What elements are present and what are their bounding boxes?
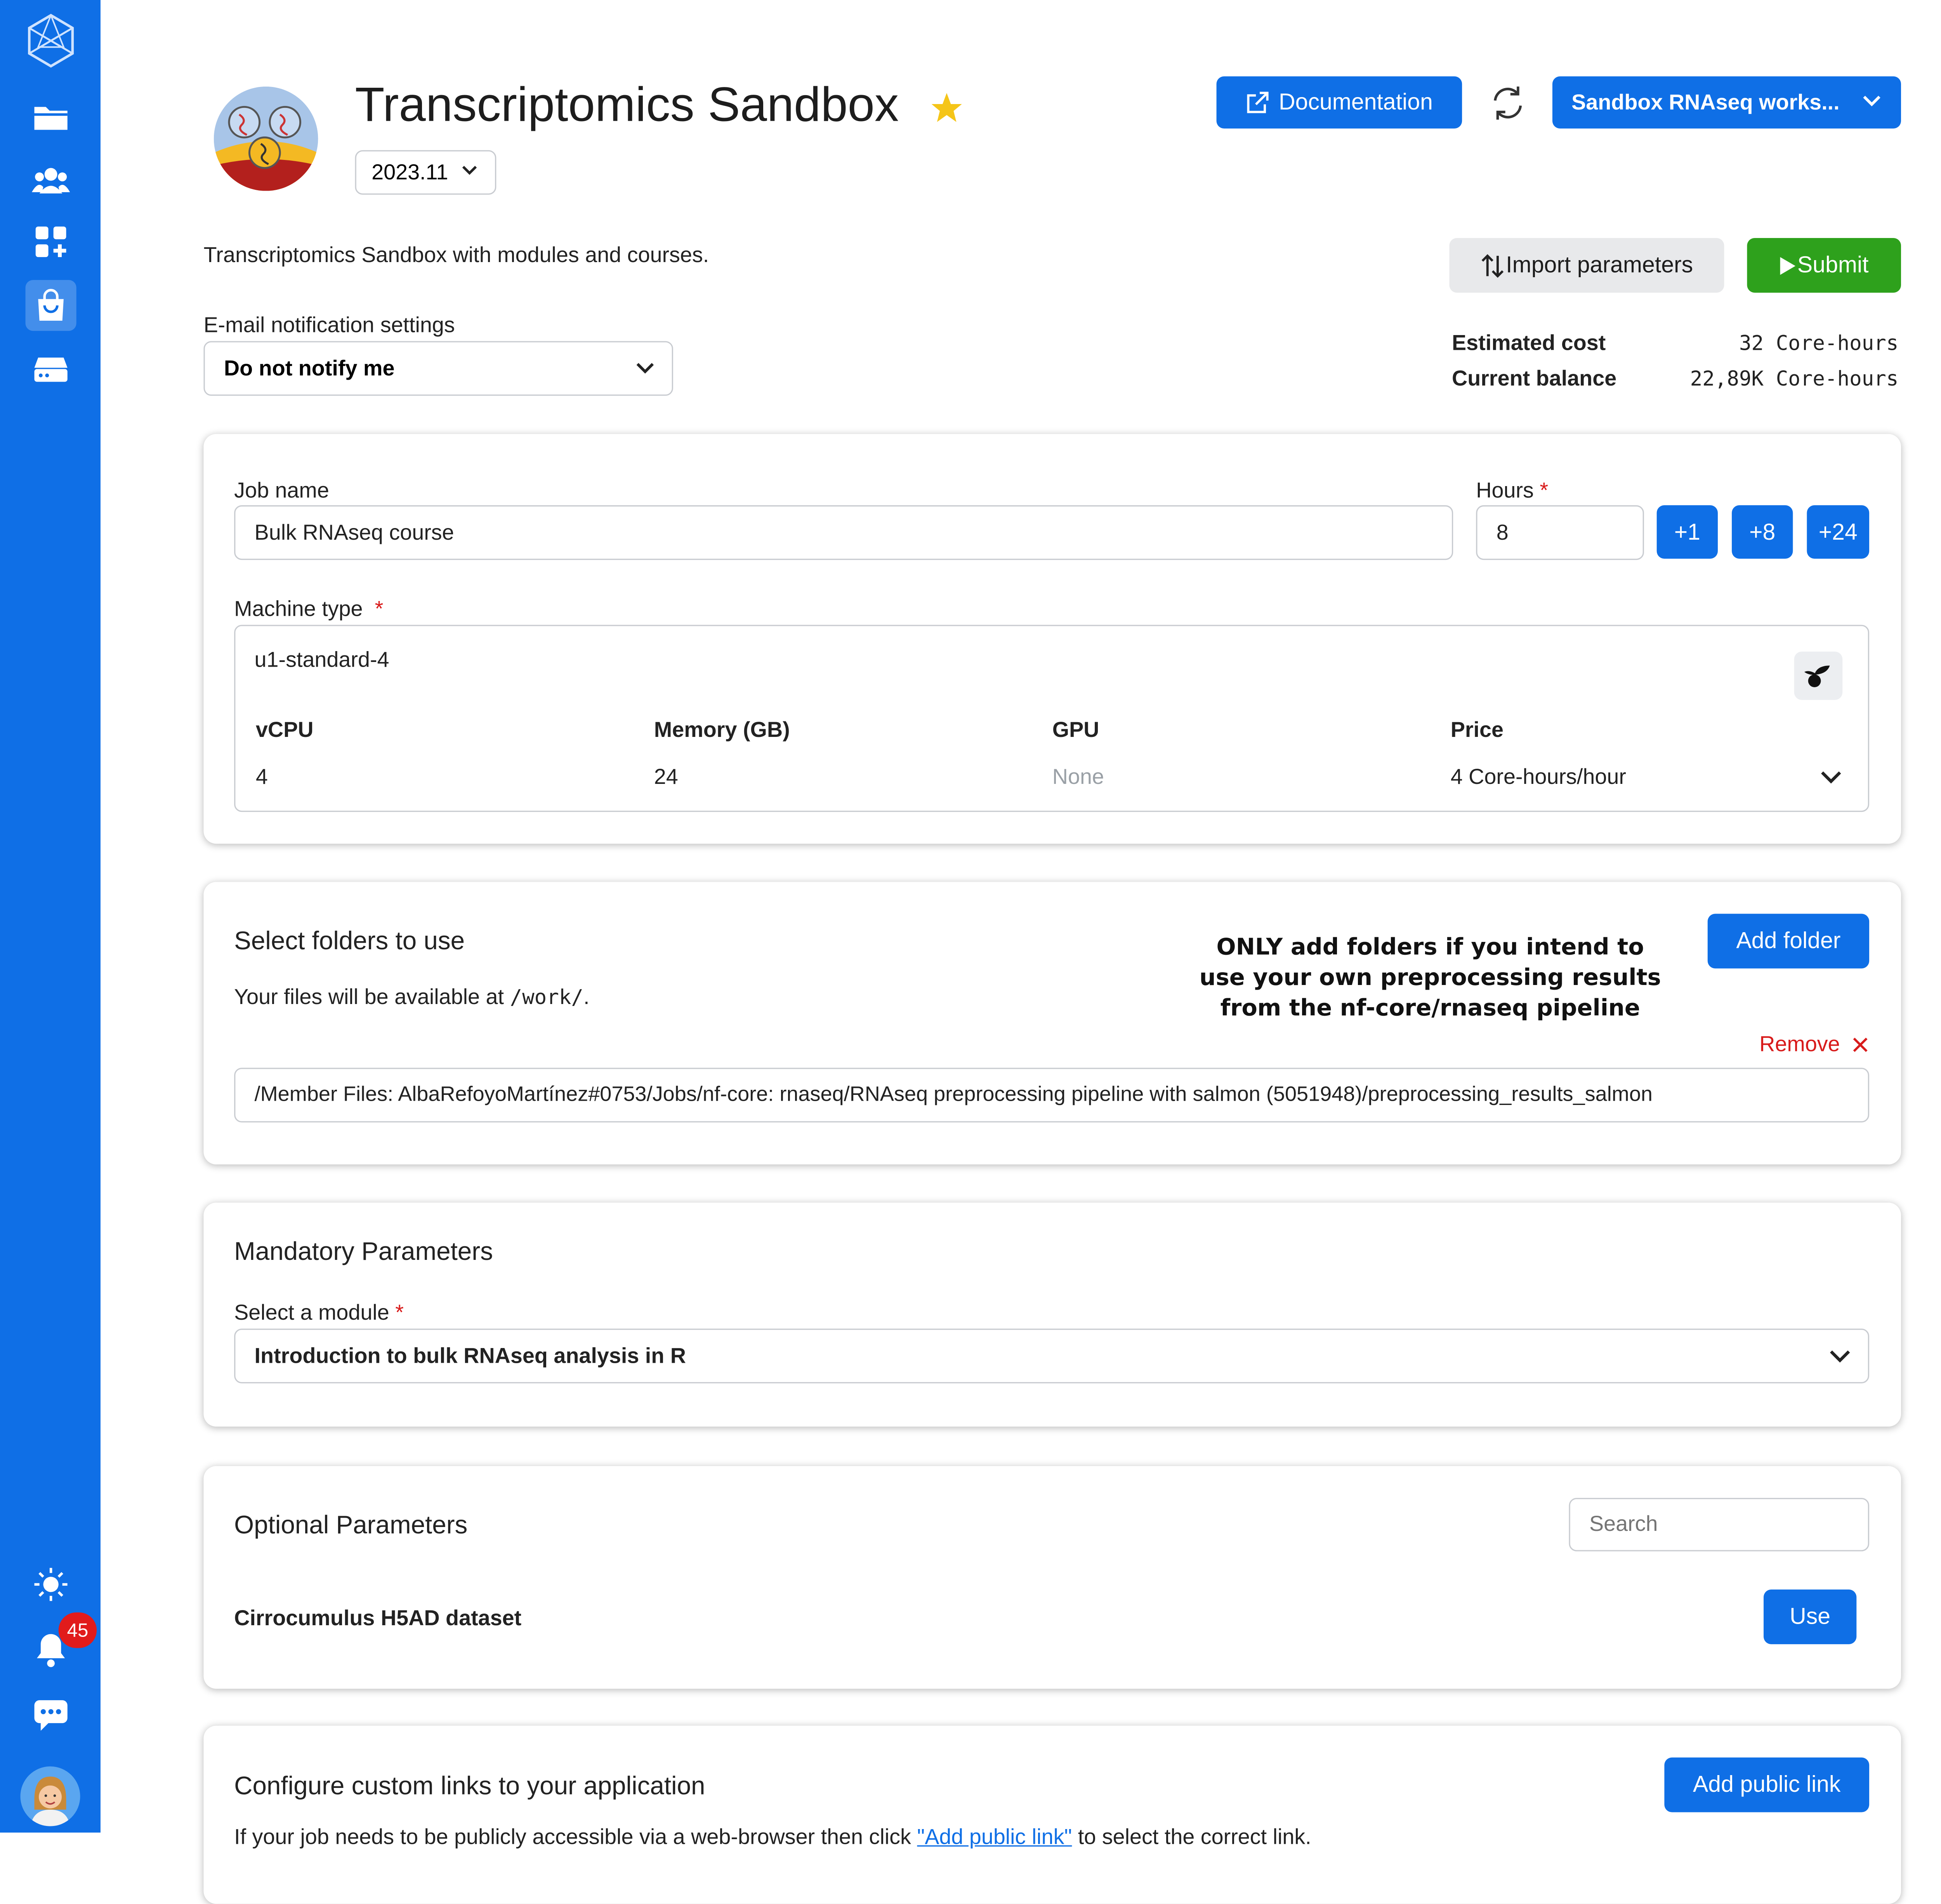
use-button[interactable]: Use bbox=[1764, 1589, 1857, 1644]
add-public-link-button[interactable]: Add public link bbox=[1664, 1757, 1870, 1812]
links-title: Configure custom links to your applicati… bbox=[234, 1772, 705, 1801]
app-logo bbox=[214, 86, 318, 191]
documentation-label: Documentation bbox=[1279, 89, 1433, 115]
module-select[interactable]: Introduction to bulk RNAseq analysis in … bbox=[234, 1329, 1870, 1383]
external-link-icon bbox=[1247, 91, 1269, 113]
folders-info: Your files will be available at /work/. bbox=[234, 985, 590, 1009]
remove-label: Remove bbox=[1759, 1032, 1840, 1056]
machine-type-label: Machine type * bbox=[234, 597, 384, 621]
folders-warning: ONLY add folders if you intend to use yo… bbox=[1199, 934, 1661, 1022]
page-root: 45 Transcriptomics Sandbox 2023.11 Docum… bbox=[0, 0, 1941, 1904]
hours-label: Hours * bbox=[1476, 478, 1549, 503]
gpu-value: None bbox=[1052, 764, 1104, 789]
chevron-down-icon bbox=[1830, 1350, 1850, 1363]
optional-search-input[interactable] bbox=[1569, 1497, 1870, 1551]
price-value: 4 Core-hours/hour bbox=[1450, 764, 1626, 789]
email-notification-select[interactable]: Do not notify me bbox=[203, 341, 673, 396]
server-icon[interactable] bbox=[26, 344, 76, 394]
job-name-input[interactable]: Bulk RNAseq course bbox=[234, 505, 1453, 560]
current-balance-label: Current balance bbox=[1451, 367, 1617, 391]
workspace-select[interactable]: Sandbox RNAseq works... bbox=[1552, 76, 1901, 129]
chevron-down-icon bbox=[1821, 771, 1841, 784]
version-select[interactable]: 2023.11 bbox=[355, 150, 497, 195]
optional-item-label: Cirrocumulus H5AD dataset bbox=[234, 1606, 522, 1630]
add-24-hours-button[interactable]: +24 bbox=[1807, 505, 1870, 559]
memory-value: 24 bbox=[654, 764, 678, 789]
app-title: Transcriptomics Sandbox bbox=[355, 79, 899, 132]
job-settings-card: Job name Bulk RNAseq course Hours * 8 +1… bbox=[203, 434, 1901, 844]
col-gpu: GPU bbox=[1052, 717, 1099, 742]
user-avatar[interactable] bbox=[20, 1766, 80, 1826]
col-memory: Memory (GB) bbox=[654, 717, 790, 742]
job-name-label: Job name bbox=[234, 478, 329, 503]
app-description: Transcriptomics Sandbox with modules and… bbox=[203, 243, 709, 268]
email-notification-label: E-mail notification settings bbox=[203, 313, 455, 337]
vcpu-value: 4 bbox=[255, 764, 268, 789]
machine-type-select[interactable]: u1-standard-4 vCPU Memory (GB) GPU Price… bbox=[234, 625, 1870, 812]
email-notification-value: Do not notify me bbox=[224, 356, 395, 380]
machine-name: u1-standard-4 bbox=[254, 648, 389, 672]
links-help-text: If your job needs to be publicly accessi… bbox=[234, 1825, 1311, 1849]
refresh-icon[interactable] bbox=[1490, 85, 1526, 127]
folders-card: Select folders to use Your files will be… bbox=[203, 882, 1901, 1165]
add-folder-button[interactable]: Add folder bbox=[1707, 914, 1870, 969]
sun-icon[interactable] bbox=[26, 1559, 76, 1610]
chevron-down-icon bbox=[1863, 96, 1880, 106]
submit-button[interactable]: Submit bbox=[1747, 238, 1901, 293]
estimated-cost-label: Estimated cost bbox=[1451, 331, 1606, 355]
folder-icon[interactable] bbox=[26, 92, 76, 142]
play-icon bbox=[1781, 256, 1796, 274]
version-value: 2023.11 bbox=[372, 160, 448, 184]
module-label: Select a module * bbox=[234, 1300, 404, 1325]
chat-icon[interactable] bbox=[26, 1690, 76, 1741]
chevron-down-icon bbox=[462, 166, 477, 175]
chevron-down-icon bbox=[636, 363, 654, 374]
remove-folder-button[interactable]: Remove bbox=[1759, 1032, 1868, 1058]
optional-title: Optional Parameters bbox=[234, 1512, 468, 1540]
submit-label: Submit bbox=[1797, 252, 1869, 278]
close-icon bbox=[1853, 1037, 1868, 1052]
notification-badge: 45 bbox=[58, 1612, 97, 1648]
shopping-bag-icon[interactable] bbox=[25, 280, 76, 331]
add-8-hours-button[interactable]: +8 bbox=[1732, 505, 1793, 559]
sidebar: 45 bbox=[0, 0, 101, 1833]
provider-logo-icon bbox=[1794, 651, 1843, 700]
workspace-label: Sandbox RNAseq works... bbox=[1571, 90, 1840, 114]
optional-parameters-card: Optional Parameters Cirrocumulus H5AD da… bbox=[203, 1466, 1901, 1689]
estimated-cost-value: 32 Core-hours bbox=[1739, 331, 1899, 355]
apps-icon[interactable] bbox=[26, 216, 76, 267]
add-1-hour-button[interactable]: +1 bbox=[1656, 505, 1718, 559]
col-price: Price bbox=[1450, 717, 1504, 742]
users-icon[interactable] bbox=[26, 155, 76, 206]
hexagon-logo-icon[interactable] bbox=[26, 14, 76, 68]
sort-arrows-icon bbox=[1482, 254, 1504, 277]
module-value: Introduction to bulk RNAseq analysis in … bbox=[254, 1343, 686, 1367]
add-public-link-inline[interactable]: "Add public link" bbox=[917, 1825, 1072, 1849]
folders-title: Select folders to use bbox=[234, 928, 465, 956]
documentation-button[interactable]: Documentation bbox=[1216, 76, 1462, 129]
import-label: Import parameters bbox=[1506, 252, 1693, 278]
folder-path-field[interactable]: /Member Files: AlbaRefoyoMartínez#0753/J… bbox=[234, 1068, 1870, 1123]
mandatory-title: Mandatory Parameters bbox=[234, 1238, 493, 1266]
current-balance-value: 22,89K Core-hours bbox=[1690, 367, 1899, 391]
custom-links-card: Configure custom links to your applicati… bbox=[203, 1725, 1901, 1904]
import-parameters-button[interactable]: Import parameters bbox=[1449, 238, 1724, 293]
col-vcpu: vCPU bbox=[255, 717, 314, 742]
hours-input[interactable]: 8 bbox=[1476, 505, 1644, 560]
mandatory-parameters-card: Mandatory Parameters Select a module * I… bbox=[203, 1202, 1901, 1427]
favorite-star-icon[interactable] bbox=[930, 92, 963, 131]
